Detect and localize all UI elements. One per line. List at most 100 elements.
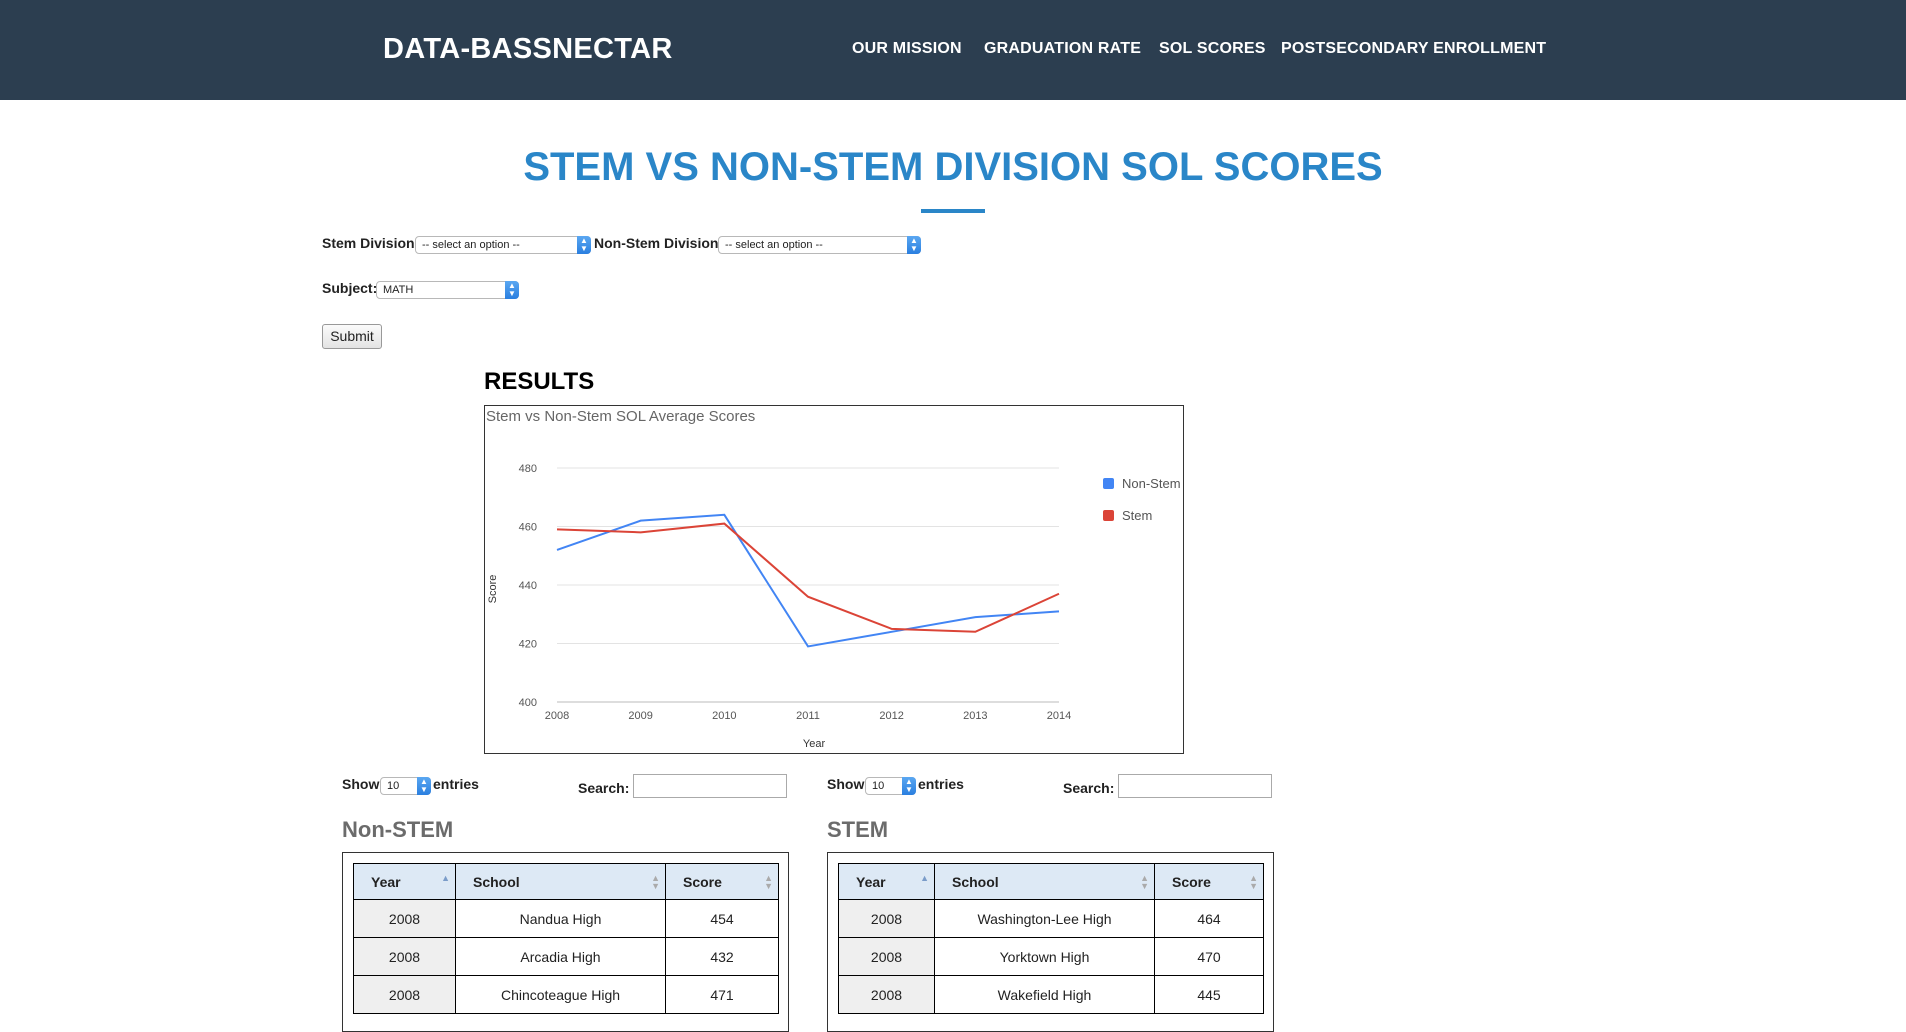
top-navbar: DATA-BASSNECTAR OUR MISSION GRADUATION R… [0, 0, 1906, 100]
stem-col-score[interactable]: Score ▲ ▼ [1154, 863, 1264, 900]
cell-year: 2008 [353, 975, 456, 1014]
col-header-label: School [473, 873, 520, 890]
stem-division-value: -- select an option -- [422, 239, 520, 251]
subject-select[interactable]: MATH ▲ ▼ [376, 281, 519, 299]
sort-icon: ▲ ▼ [651, 873, 660, 891]
cell-score: 445 [1154, 975, 1264, 1014]
cell-score: 464 [1154, 899, 1264, 938]
nonstem-show-label: Show [342, 776, 380, 792]
x-tick-label: 2013 [963, 710, 987, 722]
cell-school: Wakefield High [934, 975, 1155, 1014]
nonstem-col-school[interactable]: School ▲ ▼ [455, 863, 666, 900]
table-row: 2008 Chincoteague High 471 [353, 975, 779, 1014]
stem-entries-label: entries [918, 776, 964, 792]
cell-year: 2008 [838, 899, 935, 938]
table-row: 2008 Washington-Lee High 464 [838, 899, 1264, 938]
col-header-label: Year [371, 873, 401, 890]
series-line-stem [556, 522, 1060, 633]
legend-swatch [1103, 478, 1114, 489]
chart-title: Stem vs Non-Stem SOL Average Scores [486, 408, 755, 425]
cell-score: 432 [665, 937, 779, 976]
sort-icon: ▲ ▼ [764, 873, 773, 891]
cell-score: 471 [665, 975, 779, 1014]
cell-score: 470 [1154, 937, 1264, 976]
x-axis-label: Year [803, 738, 826, 750]
sort-icon: ▲ ▼ [1249, 873, 1258, 891]
nonstem-search-label: Search: [578, 780, 630, 796]
stem-table-container: Year ▲ School ▲ ▼ Score ▲ ▼ 2008 Washington-L… [827, 852, 1274, 1032]
cell-school: Yorktown High [934, 937, 1155, 976]
nonstem-table-container: Year ▲ School ▲ ▼ Score ▲ ▼ 2008 Nandua High … [342, 852, 789, 1032]
subject-label: Subject: [322, 280, 378, 296]
sort-icon: ▲ ▼ [1140, 873, 1149, 891]
stem-table: Year ▲ School ▲ ▼ Score ▲ ▼ 2008 Washington-L… [838, 863, 1264, 1014]
cell-school: Nandua High [455, 899, 666, 938]
brand-logo[interactable]: DATA-BASSNECTAR [383, 33, 673, 66]
results-heading: RESULTS [484, 368, 595, 395]
nonstem-entries-label: entries [433, 776, 479, 792]
y-tick-label: 480 [519, 463, 537, 475]
nav-sol-scores[interactable]: SOL SCORES [1159, 40, 1266, 58]
cell-year: 2008 [353, 937, 456, 976]
cell-year: 2008 [838, 937, 935, 976]
non-stem-division-label: Non-Stem Division: [594, 235, 724, 251]
cell-year: 2008 [353, 899, 456, 938]
y-axis-label: Score [487, 575, 499, 604]
legend-label: Stem [1122, 508, 1152, 523]
nonstem-table: Year ▲ School ▲ ▼ Score ▲ ▼ 2008 Nandua High … [353, 863, 779, 1014]
page-title: STEM VS NON-STEM DIVISION SOL SCORES [523, 145, 1383, 189]
stem-division-select[interactable]: -- select an option -- ▲ ▼ [415, 236, 591, 254]
select-arrows-icon: ▲ ▼ [417, 777, 431, 795]
col-header-label: School [952, 873, 999, 890]
y-tick-label: 420 [519, 639, 537, 651]
stem-col-year[interactable]: Year ▲ [838, 863, 935, 900]
x-tick-label: 2011 [796, 710, 820, 722]
x-tick-label: 2010 [712, 710, 736, 722]
nonstem-table-title: Non-STEM [342, 817, 454, 842]
line-chart: Stem vs Non-Stem SOL Average Scores 400 42… [484, 405, 1184, 754]
subject-value: MATH [383, 284, 414, 296]
select-arrows-icon: ▲ ▼ [505, 281, 519, 299]
x-tick-label: 2014 [1047, 710, 1071, 722]
nonstem-entries-select[interactable]: 10 ▲ ▼ [380, 777, 431, 795]
submit-button[interactable]: Submit [322, 324, 382, 349]
select-arrows-icon: ▲ ▼ [902, 777, 916, 795]
stem-table-title: STEM [827, 817, 889, 842]
nonstem-col-score[interactable]: Score ▲ ▼ [665, 863, 779, 900]
table-row: 2008 Wakefield High 445 [838, 975, 1264, 1014]
y-tick-label: 460 [519, 522, 537, 534]
cell-school: Washington-Lee High [934, 899, 1155, 938]
legend-label: Non-Stem [1122, 476, 1181, 491]
non-stem-division-value: -- select an option -- [725, 239, 823, 251]
x-tick-label: 2012 [879, 710, 903, 722]
nonstem-search-input[interactable] [633, 774, 787, 798]
stem-show-label: Show [827, 776, 865, 792]
nonstem-col-year[interactable]: Year ▲ [353, 863, 456, 900]
nav-postsecondary-enrollment[interactable]: POSTSECONDARY ENROLLMENT [1281, 40, 1546, 58]
y-tick-label: 440 [519, 580, 537, 592]
col-header-label: Score [1172, 873, 1211, 890]
col-header-label: Score [683, 873, 722, 890]
sort-asc-icon: ▲ [920, 873, 929, 883]
stem-entries-select[interactable]: 10 ▲ ▼ [865, 777, 916, 795]
non-stem-division-select[interactable]: -- select an option -- ▲ ▼ [718, 236, 921, 254]
chart-svg: Stem vs Non-Stem SOL Average Scores 400 42… [486, 408, 1181, 750]
stem-col-school[interactable]: School ▲ ▼ [934, 863, 1155, 900]
stem-search-label: Search: [1063, 780, 1115, 796]
y-tick-label: 400 [519, 697, 537, 709]
cell-year: 2008 [838, 975, 935, 1014]
cell-school: Arcadia High [455, 937, 666, 976]
nav-graduation-rate[interactable]: GRADUATION RATE [984, 40, 1141, 58]
table-row: 2008 Nandua High 454 [353, 899, 779, 938]
x-tick-label: 2009 [628, 710, 652, 722]
cell-school: Chincoteague High [455, 975, 666, 1014]
title-underline [921, 209, 985, 213]
nonstem-entries-value: 10 [387, 780, 400, 792]
select-arrows-icon: ▲ ▼ [907, 236, 921, 254]
legend-swatch [1103, 510, 1114, 521]
sort-asc-icon: ▲ [441, 873, 450, 883]
series-line-non-stem [556, 513, 1060, 648]
stem-search-input[interactable] [1118, 774, 1272, 798]
stem-division-label: Stem Division: [322, 235, 420, 251]
nav-our-mission[interactable]: OUR MISSION [852, 40, 962, 58]
